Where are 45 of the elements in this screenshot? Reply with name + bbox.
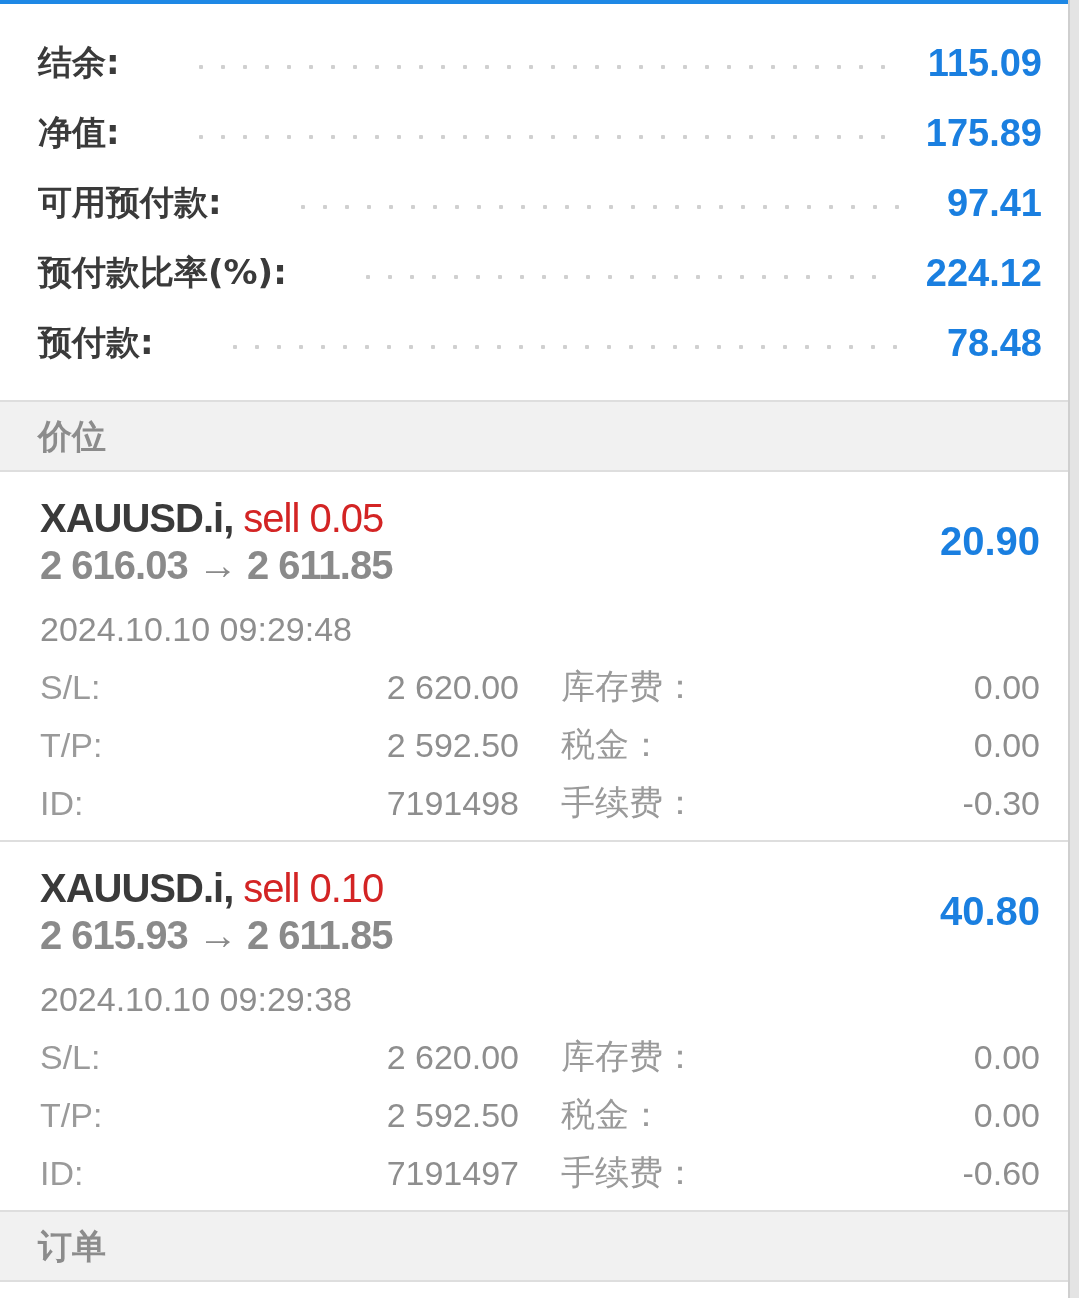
detail-value: 7191498 (386, 783, 519, 823)
detail-label: S/L: (40, 667, 101, 707)
section-header: 订单 (0, 1212, 1068, 1282)
detail-value: 2 620.00 (386, 1037, 519, 1077)
detail-label: ID: (40, 1153, 84, 1193)
detail-value: 0.00 (973, 725, 1040, 765)
position-title: XAUUSD.i, sell 0.10 (40, 865, 385, 912)
summary-value: 115.09 (927, 41, 1042, 85)
summary-value: 97.41 (946, 181, 1042, 225)
detail-value: 2 620.00 (386, 667, 519, 707)
scrollbar[interactable] (1068, 0, 1079, 1298)
summary-label: 预付款比率(%): (38, 251, 287, 294)
detail-label: 手续费： (561, 1151, 697, 1194)
detail-label: S/L: (40, 1037, 101, 1077)
summary-value: 78.48 (946, 321, 1042, 365)
summary-label: 可用预付款: (38, 181, 222, 224)
position-title: XAUUSD.i, sell 0.05 (40, 495, 385, 542)
detail-value: -0.60 (962, 1153, 1040, 1193)
detail-value: 0.00 (973, 667, 1040, 707)
summary-label: 结余: (38, 41, 120, 84)
detail-label: ID: (40, 783, 84, 823)
summary-label: 预付款: (38, 321, 154, 364)
detail-label: 库存费： (561, 665, 697, 708)
open-time: 2024.10.10 09:29:38 (40, 979, 353, 1020)
detail-label: 税金： (561, 1093, 663, 1136)
summary-value: 224.12 (925, 251, 1042, 295)
detail-value: 0.00 (973, 1037, 1040, 1077)
detail-value: 2 592.50 (386, 1095, 519, 1135)
detail-value: 7191497 (386, 1153, 519, 1193)
price-change: 2 615.93 → 2 611.85 (40, 912, 393, 958)
detail-value: 2 592.50 (386, 725, 519, 765)
summary-value: 175.89 (925, 111, 1042, 155)
open-time: 2024.10.10 09:29:48 (40, 609, 353, 650)
summary-label: 净值: (38, 111, 120, 154)
detail-label: 库存费： (561, 1035, 697, 1078)
detail-value: 0.00 (973, 1095, 1040, 1135)
detail-label: 手续费： (561, 781, 697, 824)
detail-label: 税金： (561, 723, 663, 766)
profit-value: 40.80 (939, 888, 1040, 934)
detail-value: -0.30 (962, 783, 1040, 823)
price-change: 2 616.03 → 2 611.85 (40, 542, 393, 588)
detail-label: T/P: (40, 1095, 103, 1135)
profit-value: 20.90 (939, 518, 1040, 564)
section-header: 价位 (0, 402, 1068, 472)
detail-label: T/P: (40, 725, 103, 765)
